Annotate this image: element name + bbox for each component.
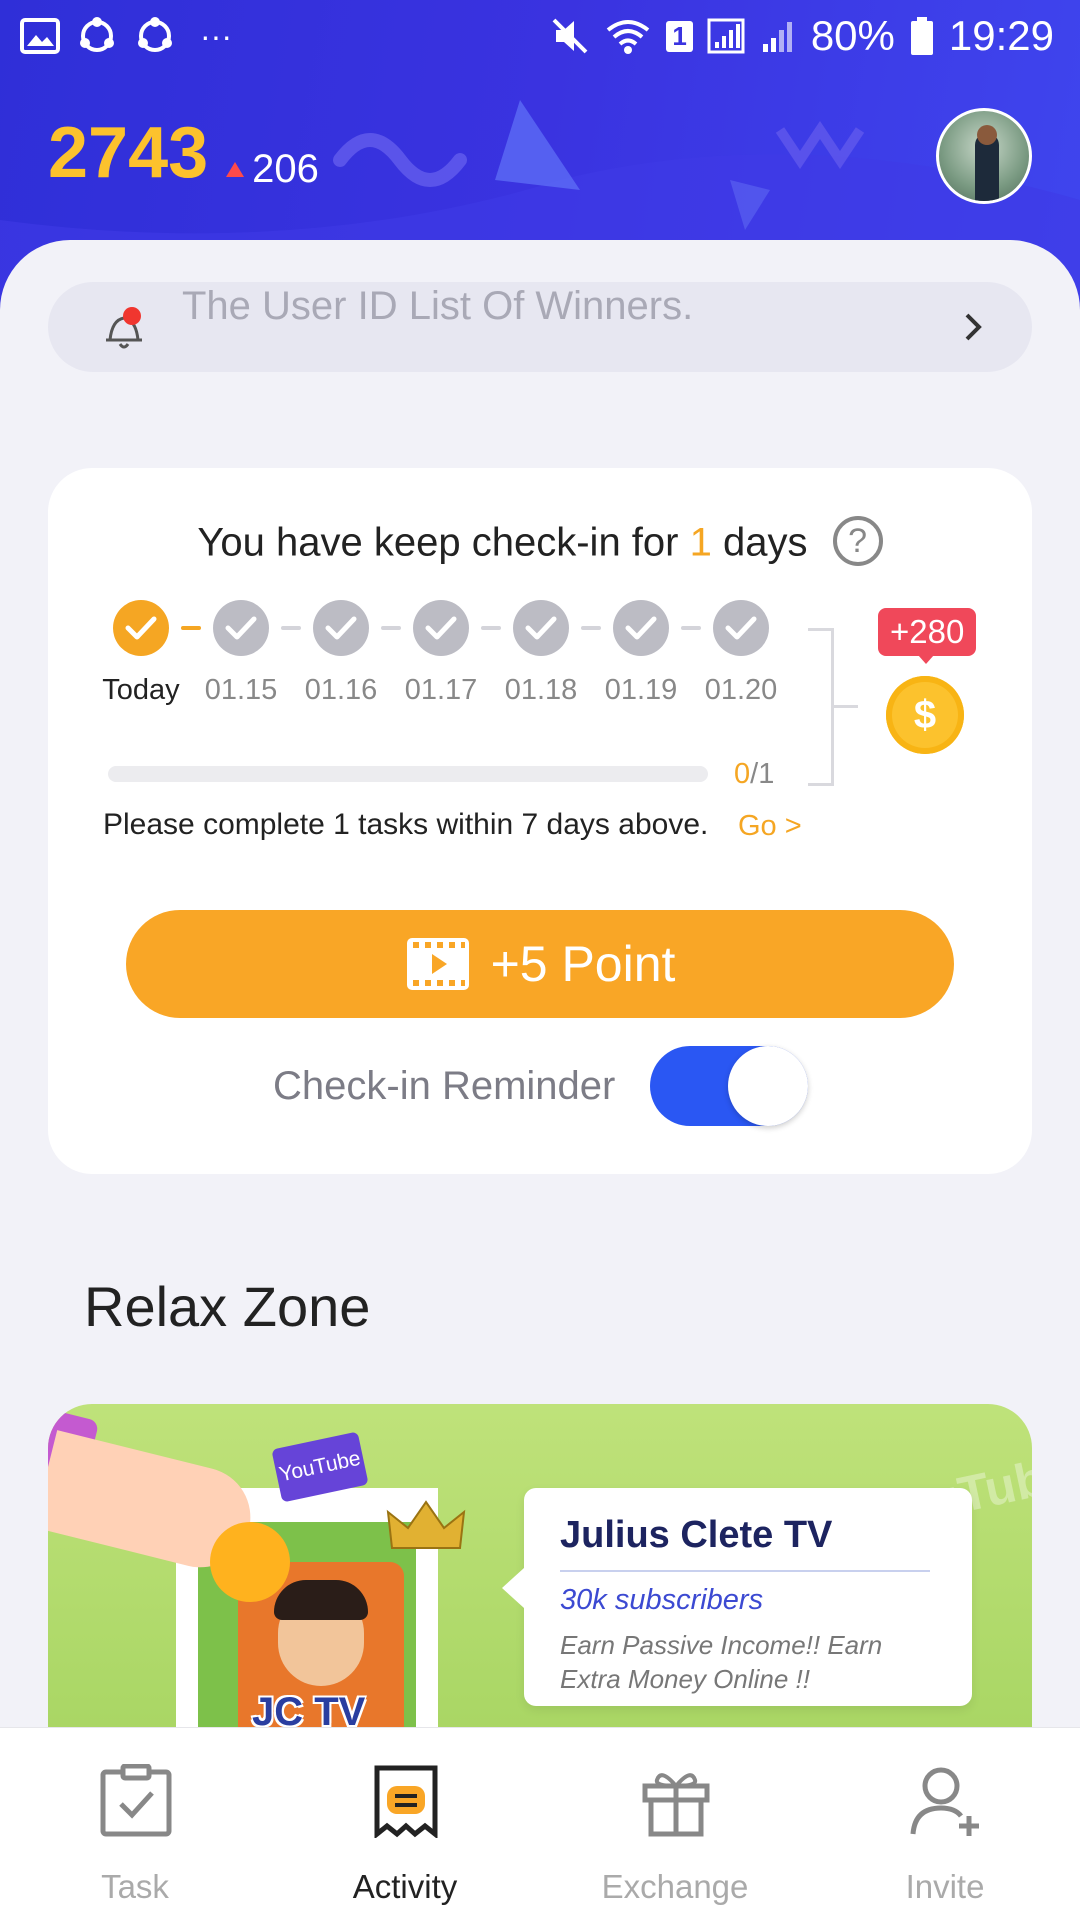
coin-icon: $: [886, 676, 964, 754]
point-button-label: +5 Point: [490, 936, 676, 992]
nav-label: Invite: [905, 1868, 985, 1905]
nav-invite[interactable]: Invite: [810, 1728, 1080, 1920]
nav-exchange[interactable]: Exchange: [540, 1728, 810, 1920]
task-icon: [100, 1764, 172, 1837]
battery-percent: 80%: [810, 12, 895, 59]
sim-badge: 1: [666, 20, 693, 52]
watch-video-points-button[interactable]: +5 Point: [126, 910, 954, 1018]
bell-icon: [106, 307, 142, 349]
go-link[interactable]: Go >: [738, 810, 802, 843]
task-progress-bar: [108, 766, 708, 782]
toggle-knob: [728, 1046, 808, 1126]
step-check-icon: [713, 600, 769, 656]
divider: [560, 1570, 930, 1572]
step-connector: [181, 626, 201, 630]
winners-notice[interactable]: The User ID List Of Winners.: [48, 282, 1032, 372]
step-connector: [681, 626, 701, 630]
more-notifications-icon: ···: [200, 17, 232, 54]
subscriber-count: 30k subscribers: [560, 1584, 764, 1616]
invite-icon: [910, 1767, 979, 1836]
reminder-toggle[interactable]: [650, 1046, 808, 1126]
step-connector: [281, 626, 301, 630]
step-check-icon: [613, 600, 669, 656]
step-check-icon: [513, 600, 569, 656]
step-date-label: 01.18: [504, 674, 578, 706]
bonus-bracket-line: [834, 705, 858, 708]
task-note: Please complete 1 tasks within 7 days ab…: [103, 808, 709, 841]
points-delta: 206: [226, 147, 319, 192]
bonus-badge: +280: [878, 608, 977, 664]
nav-label: Task: [101, 1868, 169, 1905]
bottom-nav: Task Activity Exchange Invite: [0, 1727, 1080, 1920]
chevron-right-icon: [965, 313, 982, 341]
step-check-icon: [213, 600, 269, 656]
wifi-icon: [607, 20, 650, 54]
sync-icon: [138, 17, 172, 52]
step-date-label: 01.19: [604, 674, 678, 706]
reminder-label: Check-in Reminder: [273, 1064, 616, 1108]
crown-icon: [386, 1500, 466, 1549]
video-icon: [406, 938, 469, 990]
points-balance: 2743 206: [48, 112, 319, 194]
nav-task[interactable]: Task: [0, 1728, 270, 1920]
status-bar: ··· 1 80% 19:29: [0, 0, 1080, 72]
signal-icon: [762, 22, 792, 52]
channel-name: Julius Clete TV: [560, 1514, 833, 1556]
heart-eyes-emoji-icon: [210, 1522, 290, 1602]
signal-icon: [707, 18, 745, 54]
promo-banner[interactable]: YouTube JC TV YouTube Julius Clete TV 30…: [48, 1404, 1032, 1734]
checkin-card: You have keep check-in for 1 days ? Toda…: [48, 468, 1032, 1174]
step-connector: [581, 626, 601, 630]
nav-label: Exchange: [601, 1868, 749, 1905]
step-date-label: 01.15: [204, 674, 278, 706]
step-check-icon: [313, 600, 369, 656]
channel-info-card: Julius Clete TV 30k subscribers Earn Pas…: [502, 1488, 972, 1706]
step-connector: [381, 626, 401, 630]
step-date-label: 01.20: [704, 674, 778, 706]
sync-icon: [80, 17, 114, 52]
photo-hair: [274, 1580, 368, 1620]
points-value: 2743: [48, 113, 209, 193]
nav-activity[interactable]: Activity: [270, 1728, 540, 1920]
checkin-steps: Today 01.15 01.16 01.17 01.18 01.19 01.20: [48, 468, 1032, 728]
battery-icon: [910, 17, 933, 55]
points-delta-value: 206: [252, 147, 319, 191]
step-connector: [481, 626, 501, 630]
increase-arrow-icon: [226, 162, 245, 177]
notice-text: The User ID List Of Winners.: [182, 284, 694, 328]
nav-label: Activity: [352, 1868, 458, 1905]
activity-icon: [374, 1765, 438, 1838]
avatar[interactable]: [936, 108, 1032, 204]
mute-icon: [552, 18, 588, 54]
gift-icon: [642, 1773, 710, 1837]
clock: 19:29: [948, 12, 1054, 59]
step-check-icon: [413, 600, 469, 656]
progress-current: 0: [734, 758, 751, 790]
progress-total: /1: [750, 758, 775, 790]
section-title: Relax Zone: [84, 1275, 371, 1338]
step-check-today-icon: [113, 600, 169, 656]
avatar-head: [977, 125, 997, 145]
gallery-icon: [20, 18, 60, 54]
step-date-label: 01.16: [304, 674, 378, 706]
step-date-label: 01.17: [404, 674, 478, 706]
bonus-bracket: [808, 628, 834, 786]
progress-counter: 0/1: [734, 758, 774, 791]
channel-description: Earn Passive Income!! Earn Extra Money O…: [560, 1630, 883, 1694]
step-date-label: Today: [102, 674, 180, 706]
